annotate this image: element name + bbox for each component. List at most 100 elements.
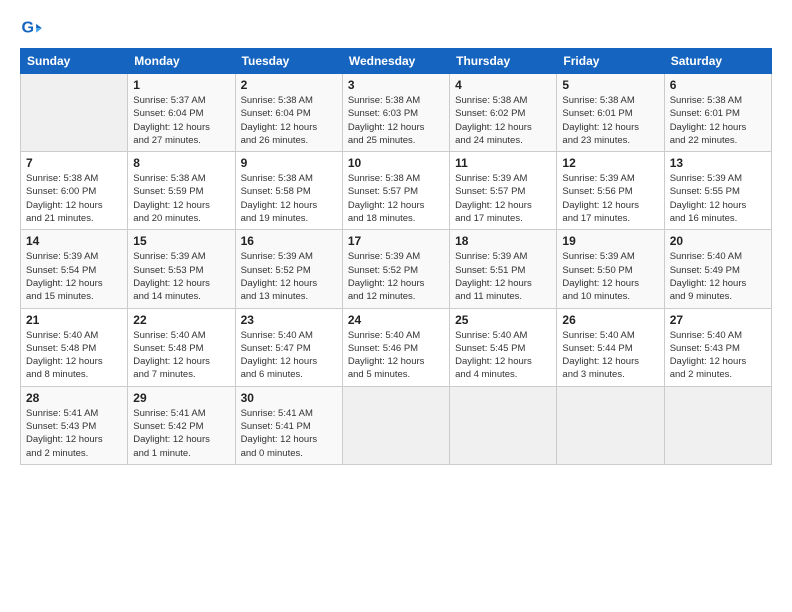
day-info: Sunrise: 5:38 AM Sunset: 5:58 PM Dayligh… — [241, 172, 337, 225]
calendar-cell: 2Sunrise: 5:38 AM Sunset: 6:04 PM Daylig… — [235, 74, 342, 152]
calendar-cell — [664, 386, 771, 464]
day-number: 12 — [562, 156, 658, 170]
calendar-cell — [557, 386, 664, 464]
weekday-header: Sunday — [21, 49, 128, 74]
day-info: Sunrise: 5:39 AM Sunset: 5:52 PM Dayligh… — [241, 250, 337, 303]
day-info: Sunrise: 5:41 AM Sunset: 5:43 PM Dayligh… — [26, 407, 122, 460]
day-info: Sunrise: 5:38 AM Sunset: 6:01 PM Dayligh… — [670, 94, 766, 147]
day-info: Sunrise: 5:39 AM Sunset: 5:52 PM Dayligh… — [348, 250, 444, 303]
day-number: 15 — [133, 234, 229, 248]
calendar-cell: 26 Sunrise: 5:40 AM Sunset: 5:44 PM Dayli… — [557, 308, 664, 386]
calendar-cell: 9 Sunrise: 5:38 AM Sunset: 5:58 PM Daylig… — [235, 152, 342, 230]
day-number: 9 — [241, 156, 337, 170]
logo-icon: G — [20, 18, 42, 40]
weekday-header: Tuesday — [235, 49, 342, 74]
svg-text:G: G — [21, 19, 34, 37]
day-info: Sunrise: 5:40 AM Sunset: 5:47 PM Dayligh… — [241, 329, 337, 382]
calendar-header-row: SundayMondayTuesdayWednesdayThursdayFrid… — [21, 49, 772, 74]
day-info: Sunrise: 5:41 AM Sunset: 5:42 PM Dayligh… — [133, 407, 229, 460]
day-info: Sunrise: 5:41 AM Sunset: 5:41 PM Dayligh… — [241, 407, 337, 460]
day-number: 27 — [670, 313, 766, 327]
day-info: Sunrise: 5:38 AM Sunset: 6:02 PM Dayligh… — [455, 94, 551, 147]
day-number: 10 — [348, 156, 444, 170]
day-number: 17 — [348, 234, 444, 248]
day-info: Sunrise: 5:40 AM Sunset: 5:48 PM Dayligh… — [133, 329, 229, 382]
day-info: Sunrise: 5:40 AM Sunset: 5:46 PM Dayligh… — [348, 329, 444, 382]
day-number: 2 — [241, 78, 337, 92]
day-number: 26 — [562, 313, 658, 327]
day-info: Sunrise: 5:38 AM Sunset: 6:03 PM Dayligh… — [348, 94, 444, 147]
day-number: 22 — [133, 313, 229, 327]
day-info: Sunrise: 5:39 AM Sunset: 5:55 PM Dayligh… — [670, 172, 766, 225]
day-number: 25 — [455, 313, 551, 327]
day-number: 20 — [670, 234, 766, 248]
day-info: Sunrise: 5:39 AM Sunset: 5:56 PM Dayligh… — [562, 172, 658, 225]
calendar-cell: 20 Sunrise: 5:40 AM Sunset: 5:49 PM Dayli… — [664, 230, 771, 308]
day-info: Sunrise: 5:39 AM Sunset: 5:53 PM Dayligh… — [133, 250, 229, 303]
day-info: Sunrise: 5:39 AM Sunset: 5:54 PM Dayligh… — [26, 250, 122, 303]
calendar-cell: 25 Sunrise: 5:40 AM Sunset: 5:45 PM Dayli… — [450, 308, 557, 386]
calendar-cell: 8Sunrise: 5:38 AM Sunset: 5:59 PM Daylig… — [128, 152, 235, 230]
calendar-week-row: 7Sunrise: 5:38 AM Sunset: 6:00 PM Daylig… — [21, 152, 772, 230]
logo: G — [20, 18, 46, 40]
calendar-table: SundayMondayTuesdayWednesdayThursdayFrid… — [20, 48, 772, 465]
day-info: Sunrise: 5:40 AM Sunset: 5:45 PM Dayligh… — [455, 329, 551, 382]
day-info: Sunrise: 5:39 AM Sunset: 5:57 PM Dayligh… — [455, 172, 551, 225]
calendar-cell: 12 Sunrise: 5:39 AM Sunset: 5:56 PM Dayli… — [557, 152, 664, 230]
day-number: 8 — [133, 156, 229, 170]
day-info: Sunrise: 5:40 AM Sunset: 5:43 PM Dayligh… — [670, 329, 766, 382]
calendar-cell: 23 Sunrise: 5:40 AM Sunset: 5:47 PM Dayli… — [235, 308, 342, 386]
calendar-cell — [21, 74, 128, 152]
calendar-cell: 13 Sunrise: 5:39 AM Sunset: 5:55 PM Dayli… — [664, 152, 771, 230]
calendar-cell — [450, 386, 557, 464]
calendar-cell: 30 Sunrise: 5:41 AM Sunset: 5:41 PM Dayli… — [235, 386, 342, 464]
calendar-cell: 10 Sunrise: 5:38 AM Sunset: 5:57 PM Dayli… — [342, 152, 449, 230]
calendar-cell: 22 Sunrise: 5:40 AM Sunset: 5:48 PM Dayli… — [128, 308, 235, 386]
day-number: 3 — [348, 78, 444, 92]
day-info: Sunrise: 5:38 AM Sunset: 6:00 PM Dayligh… — [26, 172, 122, 225]
day-number: 21 — [26, 313, 122, 327]
calendar-cell: 19 Sunrise: 5:39 AM Sunset: 5:50 PM Dayli… — [557, 230, 664, 308]
calendar-week-row: 28 Sunrise: 5:41 AM Sunset: 5:43 PM Dayli… — [21, 386, 772, 464]
day-info: Sunrise: 5:38 AM Sunset: 6:01 PM Dayligh… — [562, 94, 658, 147]
calendar-cell: 29Sunrise: 5:41 AM Sunset: 5:42 PM Dayli… — [128, 386, 235, 464]
calendar-cell: 27 Sunrise: 5:40 AM Sunset: 5:43 PM Dayli… — [664, 308, 771, 386]
day-number: 24 — [348, 313, 444, 327]
calendar-week-row: 14 Sunrise: 5:39 AM Sunset: 5:54 PM Dayli… — [21, 230, 772, 308]
day-info: Sunrise: 5:40 AM Sunset: 5:44 PM Dayligh… — [562, 329, 658, 382]
calendar-cell: 5Sunrise: 5:38 AM Sunset: 6:01 PM Daylig… — [557, 74, 664, 152]
calendar-cell: 3 Sunrise: 5:38 AM Sunset: 6:03 PM Daylig… — [342, 74, 449, 152]
day-info: Sunrise: 5:37 AM Sunset: 6:04 PM Dayligh… — [133, 94, 229, 147]
day-number: 13 — [670, 156, 766, 170]
day-info: Sunrise: 5:40 AM Sunset: 5:48 PM Dayligh… — [26, 329, 122, 382]
day-number: 1 — [133, 78, 229, 92]
weekday-header: Thursday — [450, 49, 557, 74]
day-number: 16 — [241, 234, 337, 248]
day-number: 28 — [26, 391, 122, 405]
day-number: 18 — [455, 234, 551, 248]
calendar-cell: 1 Sunrise: 5:37 AM Sunset: 6:04 PM Daylig… — [128, 74, 235, 152]
calendar-cell — [342, 386, 449, 464]
day-number: 14 — [26, 234, 122, 248]
day-info: Sunrise: 5:39 AM Sunset: 5:50 PM Dayligh… — [562, 250, 658, 303]
day-info: Sunrise: 5:39 AM Sunset: 5:51 PM Dayligh… — [455, 250, 551, 303]
calendar-cell: 28 Sunrise: 5:41 AM Sunset: 5:43 PM Dayli… — [21, 386, 128, 464]
day-info: Sunrise: 5:38 AM Sunset: 5:57 PM Dayligh… — [348, 172, 444, 225]
calendar-cell: 14 Sunrise: 5:39 AM Sunset: 5:54 PM Dayli… — [21, 230, 128, 308]
day-number: 23 — [241, 313, 337, 327]
calendar-cell: 7Sunrise: 5:38 AM Sunset: 6:00 PM Daylig… — [21, 152, 128, 230]
weekday-header: Saturday — [664, 49, 771, 74]
day-number: 6 — [670, 78, 766, 92]
calendar-cell: 11Sunrise: 5:39 AM Sunset: 5:57 PM Dayli… — [450, 152, 557, 230]
calendar-cell: 16 Sunrise: 5:39 AM Sunset: 5:52 PM Dayli… — [235, 230, 342, 308]
calendar-week-row: 21 Sunrise: 5:40 AM Sunset: 5:48 PM Dayli… — [21, 308, 772, 386]
day-number: 30 — [241, 391, 337, 405]
calendar-week-row: 1 Sunrise: 5:37 AM Sunset: 6:04 PM Daylig… — [21, 74, 772, 152]
day-info: Sunrise: 5:40 AM Sunset: 5:49 PM Dayligh… — [670, 250, 766, 303]
calendar-cell: 18 Sunrise: 5:39 AM Sunset: 5:51 PM Dayli… — [450, 230, 557, 308]
calendar-cell: 21 Sunrise: 5:40 AM Sunset: 5:48 PM Dayli… — [21, 308, 128, 386]
page-header: G — [20, 18, 772, 40]
weekday-header: Friday — [557, 49, 664, 74]
day-number: 19 — [562, 234, 658, 248]
calendar-cell: 15 Sunrise: 5:39 AM Sunset: 5:53 PM Dayli… — [128, 230, 235, 308]
